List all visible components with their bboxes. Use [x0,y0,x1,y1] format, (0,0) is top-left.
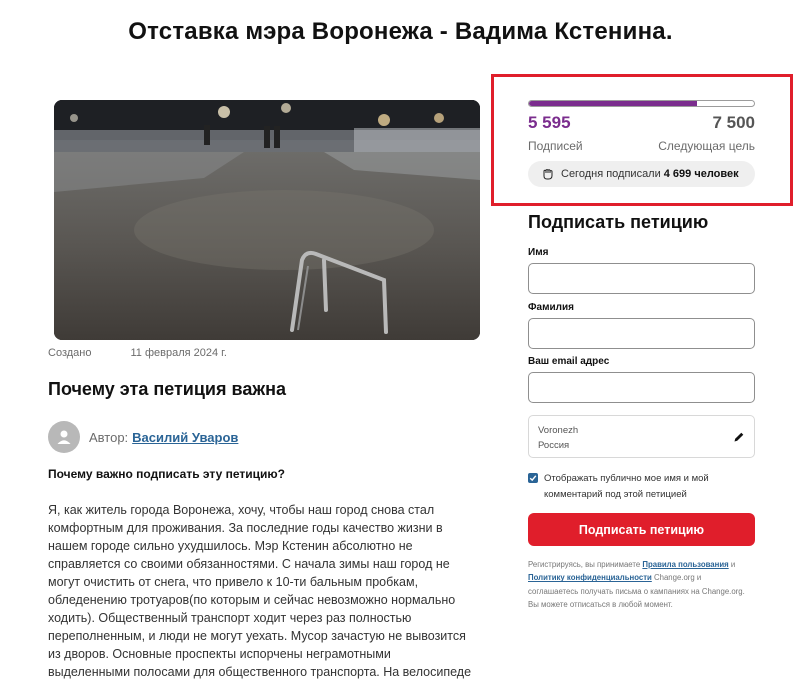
story-line: нашем городе сильно ухудшилось. Мэр Ксте… [48,539,413,553]
petition-title: Отставка мэра Воронежа - Вадима Кстенина… [128,18,673,45]
pencil-icon[interactable] [733,431,745,443]
author-label: Автор: [89,429,129,445]
first-name-field[interactable] [528,263,755,294]
legal-line: соглашаетесь получать письма о кампаниях… [528,586,745,596]
story-line: справляется со своими обязанностями. С н… [48,557,450,571]
legal-notice: Регистрируясь, вы принимаете Правила пол… [528,558,758,611]
signature-progress-bar [528,100,755,107]
author-name-link[interactable]: Василий Уваров [132,430,238,445]
terms-link[interactable]: Правила пользования [642,560,728,569]
created-label: Создано [48,347,92,359]
legal-and: и [730,560,736,569]
story-body: Я, как житель города Воронежа, хочу, что… [48,501,484,681]
signature-count-label: Подписей [528,139,583,153]
today-signed-prefix: Сегодня подписали [561,168,661,180]
story-line: из дворов. Основные проспекты испорчены … [48,647,391,661]
location-city: Voronezh [538,425,579,436]
story-line: ходить). Общественный транспорт ходит че… [48,611,412,625]
public-display-line: комментарий под этой петицией [544,488,687,500]
today-signed-count: 4 699 человек [663,168,739,180]
privacy-link[interactable]: Политику конфиденциальности [528,573,652,582]
sign-form-heading: Подписать петицию [528,212,709,232]
email-field[interactable] [528,372,755,403]
checkmark-icon [529,475,537,482]
sign-petition-button[interactable]: Подписать петицию [528,513,755,546]
petition-photo [54,100,480,340]
public-display-line: Отображать публично мое имя и мой [544,473,709,484]
story-line: обледенению тротуаров(по которым и сейча… [48,593,456,607]
story-line: переполненным, и люди не могут уехать. М… [48,629,466,643]
public-display-label: Отображать публично мое имя и мой коммен… [544,471,744,502]
signature-goal: 7 500 [712,113,755,132]
last-name-label: Фамилия [528,302,574,313]
public-display-checkbox[interactable] [528,473,538,483]
legal-suffix: Change.org и [653,573,702,583]
legal-line: Политику конфиденциальности Change.org и [528,571,758,584]
user-avatar-icon [48,421,80,453]
fist-hand-icon [543,169,553,180]
signature-goal-label: Следующая цель [658,139,755,153]
signature-count: 5 595 [528,113,571,132]
author-row: Автор: Василий Уваров [48,421,238,453]
first-name-label: Имя [528,247,549,258]
story-line: Я, как житель города Воронежа, хочу, что… [48,503,435,517]
legal-line: Регистрируясь, вы принимаете Правила пол… [528,558,758,571]
location-country: Россия [538,440,570,451]
legal-line: Вы можете отписаться в любой момент. [528,599,673,609]
email-label: Ваш email адрес [528,356,610,367]
location-field[interactable]: Voronezh Россия [528,415,755,458]
last-name-field[interactable] [528,318,755,349]
legal-prefix: Регистрируясь, вы принимаете [528,560,641,569]
created-info: Создано 11 февраля 2024 г. [48,347,227,359]
story-question: Почему важно подписать эту петицию? [48,467,285,481]
story-line: комфортным для проживания. За последние … [48,521,443,535]
story-line: могут очистить от снега, что привело к 1… [48,575,419,589]
story-heading: Почему эта петиция важна [48,379,286,399]
created-date: 11 февраля 2024 г. [130,347,227,359]
today-signed-badge: Сегодня подписали 4 699 человек [528,161,755,187]
signature-progress-fill [529,101,697,106]
story-line: выделенными полосами для общественного т… [48,665,472,679]
